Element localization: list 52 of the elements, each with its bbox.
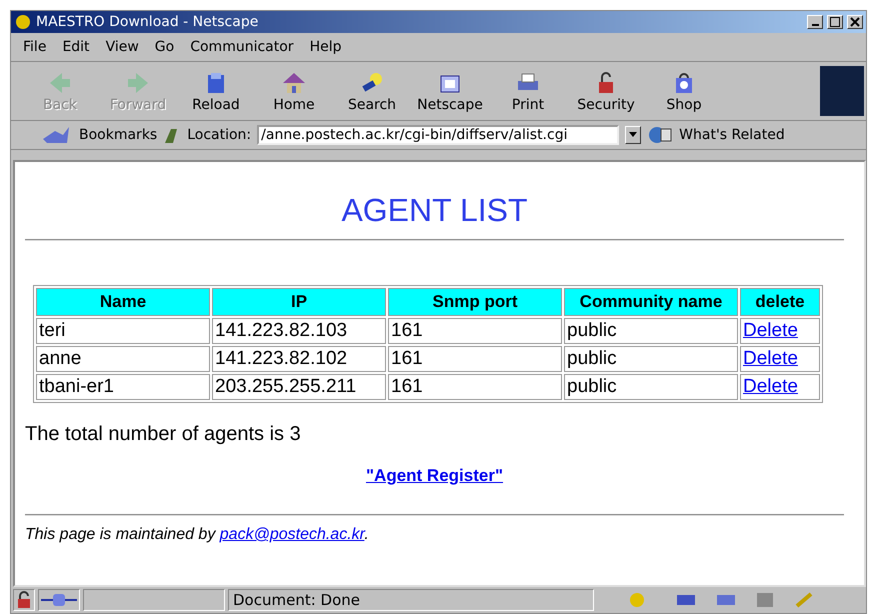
- maximize-icon: [830, 17, 840, 27]
- status-text: Document: Done: [228, 589, 594, 611]
- table-cell: teri: [36, 318, 210, 344]
- close-button[interactable]: [847, 15, 863, 29]
- minimize-icon: [812, 24, 818, 26]
- table-cell: public: [564, 374, 738, 400]
- app-icon: [14, 13, 32, 31]
- menu-item[interactable]: Help: [304, 39, 348, 55]
- table-cell: 161: [388, 374, 562, 400]
- table-cell: 161: [388, 346, 562, 372]
- table-cell: public: [564, 318, 738, 344]
- email-link[interactable]: pack@postech.ac.kr: [220, 526, 364, 543]
- toolbar-button[interactable]: Shop: [645, 67, 723, 115]
- menu-item[interactable]: Edit: [56, 39, 96, 55]
- menu-item[interactable]: File: [17, 39, 52, 55]
- page-heading: AGENT LIST: [341, 192, 528, 229]
- whats-related-button[interactable]: What's Related: [679, 127, 785, 143]
- dropdown-button[interactable]: [625, 126, 642, 144]
- total-text: The total number of agents is 3: [25, 423, 301, 446]
- table-cell: 161: [388, 318, 562, 344]
- table-cell: 141.223.82.102: [212, 346, 386, 372]
- table-cell: 203.255.255.211: [212, 374, 386, 400]
- table-cell: anne: [36, 346, 210, 372]
- column-header: delete: [740, 288, 820, 316]
- menu-item[interactable]: Communicator: [184, 39, 300, 55]
- toolbar-button[interactable]: Security: [567, 67, 645, 115]
- minimize-button[interactable]: [807, 15, 823, 29]
- column-header: Community name: [564, 288, 738, 316]
- globe-icon: [647, 125, 674, 145]
- toolbar-button[interactable]: Search: [333, 67, 411, 115]
- footer-text: This page is maintained by pack@postech.ac.kr.: [25, 526, 369, 544]
- logo-icon: [820, 66, 864, 116]
- window-title: MAESTRO Download - Netscape: [36, 14, 260, 30]
- menu-item[interactable]: View: [100, 39, 145, 55]
- register-link[interactable]: "Agent Register": [366, 466, 504, 486]
- toolbar-button[interactable]: Print: [489, 67, 567, 115]
- column-header: Snmp port: [388, 288, 562, 316]
- location-field[interactable]: /anne.postech.ac.kr/cgi-bin/diffserv/alist.cgi: [257, 125, 620, 145]
- maximize-button[interactable]: [827, 15, 843, 29]
- column-header: IP: [212, 288, 386, 316]
- close-icon: [850, 17, 860, 27]
- menu-item[interactable]: Go: [148, 39, 180, 55]
- column-header: Name: [36, 288, 210, 316]
- table-cell: tbani-er1: [36, 374, 210, 400]
- table-cell: public: [564, 346, 738, 372]
- table-cell: 141.223.82.103: [212, 318, 386, 344]
- toolbar-button[interactable]: Netscape: [411, 67, 489, 115]
- bookmarks-button[interactable]: Bookmarks: [79, 127, 158, 143]
- plug-icon: [39, 591, 79, 609]
- location-label: Location:: [187, 127, 252, 143]
- toolbar-button[interactable]: Reload: [177, 67, 255, 115]
- toolbar-button[interactable]: Home: [255, 67, 333, 115]
